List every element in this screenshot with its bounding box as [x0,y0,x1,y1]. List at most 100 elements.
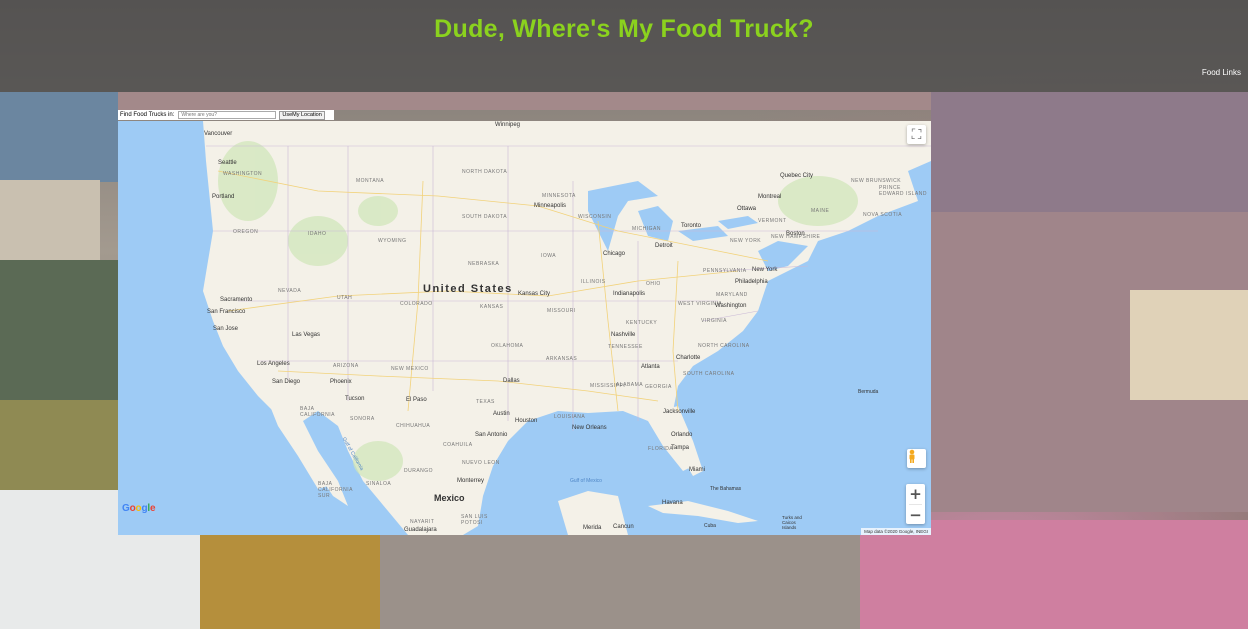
state-label: OHIO [646,281,661,287]
city-label: San Diego [272,379,301,385]
state-label: NOVA SCOTIA [863,212,903,218]
bg-people-top [118,92,931,110]
zoom-in-button[interactable]: + [906,484,925,504]
state-label: NEW HAMPSHIRE [771,234,821,240]
city-label: Toronto [681,223,702,229]
city-label: New York [752,267,778,273]
state-label: DURANGO [404,468,434,474]
state-label: ALABAMA [616,382,644,388]
state-label: LOUISIANA [554,414,586,420]
plus-icon: + [909,485,922,503]
city-label: New Orleans [572,425,607,431]
find-label: Find Food Trucks in: [120,112,175,118]
state-label: WISCONSIN [578,214,612,220]
city-label: Ottawa [737,206,757,212]
state-label: WEST VIRGINIA [678,301,723,307]
header-bar: Dude, Where's My Food Truck? Food Links [0,0,1248,92]
state-label: NEW YORK [730,238,762,244]
state-label: PRINCE EDWARD ISLAND [879,185,927,197]
city-label: Sacramento [220,297,253,303]
state-label: NEW BRUNSWICK [851,178,902,184]
state-label: SOUTH DAKOTA [462,214,508,220]
bg-plants [0,400,118,490]
city-label: Austin [493,411,510,417]
state-label: VIRGINIA [701,318,727,324]
water-label: Gulf of Mexico [570,478,602,484]
location-input[interactable] [178,111,277,119]
city-label: Las Vegas [292,332,321,338]
city-label: Philadelphia [735,279,768,285]
state-label: WASHINGTON [223,171,263,177]
street-view-button[interactable] [907,449,926,468]
state-label: BAJA CALIFORNIA [300,406,336,418]
city-label: San Jose [213,326,239,332]
use-my-location-button[interactable]: UseMy Location [279,110,325,120]
city-label: El Paso [406,397,427,403]
state-label: PENNSYLVANIA [703,268,747,274]
state-label: NORTH DAKOTA [462,169,508,175]
city-label: Minneapolis [534,203,567,209]
state-label: TEXAS [476,399,495,405]
fullscreen-icon: ⛶ [911,126,922,143]
city-label: Kansas City [518,291,551,297]
state-label: MONTANA [356,178,385,184]
state-label: OKLAHOMA [491,343,524,349]
google-logo[interactable]: Google [122,503,156,514]
city-label: Quebec City [780,173,814,179]
state-label: ILLINOIS [581,279,606,285]
zoom-out-button[interactable]: − [906,505,925,525]
fullscreen-button[interactable]: ⛶ [907,125,926,144]
city-label: Houston [515,418,538,424]
city-label: Merida [583,525,602,531]
location-search-bar: Find Food Trucks in: UseMy Location [118,110,334,120]
state-label: NEBRASKA [468,261,500,267]
city-label: Tampa [671,445,690,451]
city-label: Orlando [671,432,693,438]
city-label: Portland [212,194,235,200]
state-label: MISSOURI [547,308,576,314]
state-label: NAYARIT [410,519,435,525]
state-label: MINNESOTA [542,193,576,199]
state-label: SINALOA [366,481,392,487]
city-label: Cancun [613,524,634,530]
bg-fence [0,180,100,260]
state-label: NEVADA [278,288,302,294]
state-label: NUEVO LEON [462,460,500,466]
state-label: ARKANSAS [546,356,578,362]
state-label: MAINE [811,208,830,214]
google-map[interactable]: United States Mexico Vancouver Seattle P… [118,121,931,535]
state-label: MICHIGAN [632,226,661,232]
state-label: TENNESSEE [608,344,643,350]
city-label: Indianapolis [613,291,646,297]
bg-crowd [380,535,870,629]
state-label: SONORA [350,416,375,422]
city-label: Havana [662,500,683,506]
city-label: San Antonio [475,432,508,438]
city-label: Tucson [345,396,365,402]
label-mexico: Mexico [434,493,465,503]
state-label: MARYLAND [716,292,748,298]
city-label: Miami [689,467,705,473]
city-label: San Francisco [207,309,246,315]
city-label: Vancouver [204,131,233,137]
state-label: COAHUILA [443,442,473,448]
food-links-link[interactable]: Food Links [1202,68,1241,77]
city-label: Detroit [655,243,673,249]
city-label: Charlotte [676,355,701,361]
city-label: Monterrey [457,478,485,484]
state-label: UTAH [337,295,353,301]
map-attribution: Map data ©2020 Google, INEGI [861,528,931,535]
state-label: CHIHUAHUA [396,423,431,429]
label-united-states: United States [423,283,513,295]
bg-trees [0,260,118,400]
bg-yellow-truck [200,535,380,629]
state-label: SOUTH CAROLINA [683,371,735,377]
city-label: Seattle [218,160,237,166]
city-label: Montreal [758,194,782,200]
state-label: ARIZONA [333,363,359,369]
city-label: Chicago [603,251,626,257]
city-label: Turks and Caicos Islands [782,515,802,530]
state-label: VERMONT [758,218,787,224]
page-title: Dude, Where's My Food Truck? [434,15,814,43]
state-label: FLORIDA [648,446,674,452]
